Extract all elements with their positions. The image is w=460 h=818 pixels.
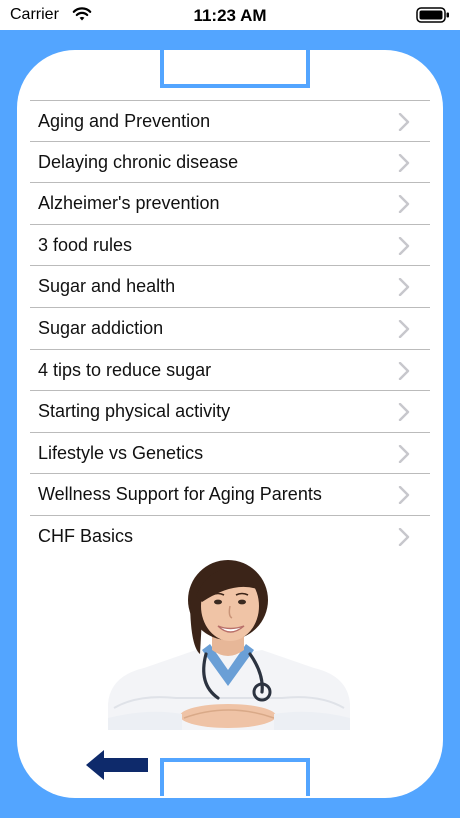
back-arrow-icon[interactable] xyxy=(86,749,148,781)
list-item-label: CHF Basics xyxy=(38,525,134,546)
list-item[interactable]: Wellness Support for Aging Parents xyxy=(30,474,430,516)
chevron-right-icon xyxy=(398,113,410,131)
status-bar: Carrier 11:23 AM xyxy=(0,0,460,30)
status-time: 11:23 AM xyxy=(193,6,267,25)
bottom-tab xyxy=(160,758,310,796)
doctor-illustration xyxy=(108,560,350,730)
list-item[interactable]: Sugar and health xyxy=(30,266,430,308)
list-item-label: Starting physical activity xyxy=(38,401,231,422)
chevron-right-icon xyxy=(398,527,410,546)
chevron-right-icon xyxy=(398,361,410,380)
chevron-right-icon xyxy=(398,319,410,338)
list-item-label: Lifestyle vs Genetics xyxy=(38,442,204,463)
list-item-label: Sugar and health xyxy=(38,276,176,297)
chevron-right-icon xyxy=(398,444,410,463)
list-item-label: Wellness Support for Aging Parents xyxy=(38,484,322,505)
list-item[interactable]: Starting physical activity xyxy=(30,391,430,433)
battery-icon xyxy=(416,7,449,23)
chevron-right-icon xyxy=(398,403,410,422)
list-item[interactable]: 3 food rules xyxy=(30,225,430,267)
list-item[interactable]: 4 tips to reduce sugar xyxy=(30,350,430,392)
list-item[interactable]: Delaying chronic disease xyxy=(30,142,430,184)
topic-list: Aging and Prevention Delaying chronic dis… xyxy=(30,100,430,558)
list-item[interactable]: Alzheimer's prevention xyxy=(30,183,430,225)
chevron-right-icon xyxy=(398,486,410,505)
list-item-label: Alzheimer's prevention xyxy=(38,193,220,214)
chevron-right-icon xyxy=(398,278,410,297)
top-tab xyxy=(160,50,310,88)
list-item[interactable]: CHF Basics xyxy=(30,516,430,558)
list-item-label: Aging and Prevention xyxy=(38,111,211,131)
list-item[interactable]: Lifestyle vs Genetics xyxy=(30,433,430,475)
chevron-right-icon xyxy=(398,236,410,255)
chevron-right-icon xyxy=(398,195,410,214)
list-item[interactable]: Aging and Prevention xyxy=(30,100,430,142)
chevron-right-icon xyxy=(398,153,410,172)
list-item-label: 3 food rules xyxy=(38,234,133,255)
list-item[interactable]: Sugar addiction xyxy=(30,308,430,350)
list-item-label: 4 tips to reduce sugar xyxy=(38,359,212,380)
list-item-label: Delaying chronic disease xyxy=(38,151,239,172)
list-item-label: Sugar addiction xyxy=(38,317,164,338)
